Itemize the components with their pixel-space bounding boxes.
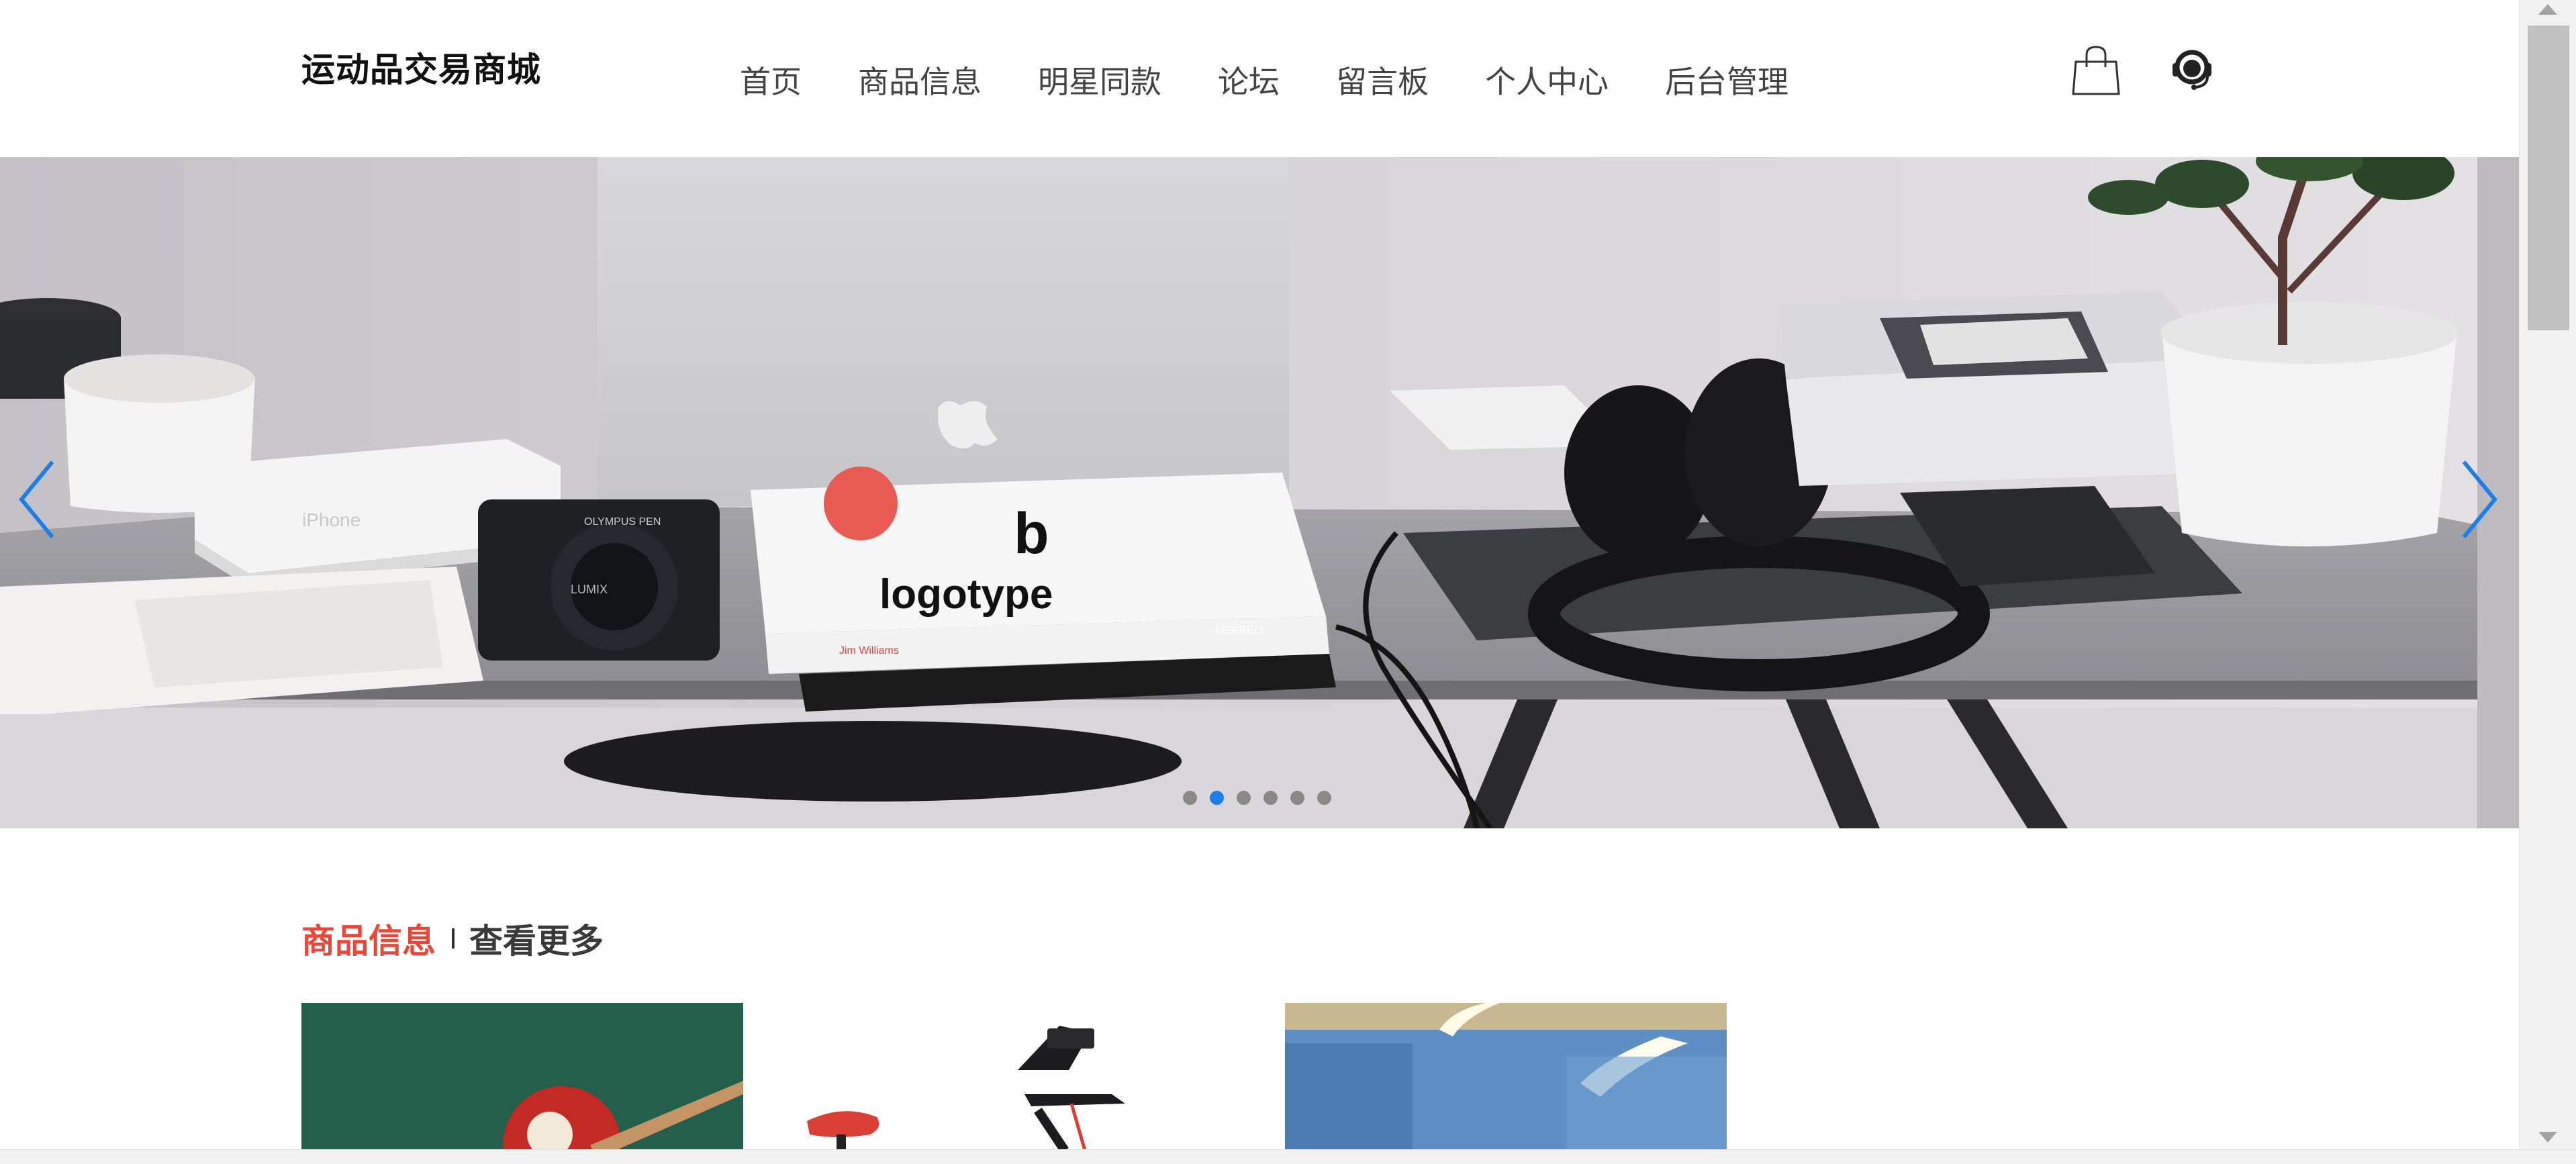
banner-book-author-left: Jim Williams	[839, 645, 899, 657]
section-heading: 商品信息 查看更多	[301, 914, 604, 963]
scroll-up-arrow-icon[interactable]	[2538, 4, 2557, 15]
vertical-scrollbar[interactable]	[2519, 0, 2576, 1149]
nav-item-admin[interactable]: 后台管理	[1665, 58, 1788, 102]
carousel-dot[interactable]	[1237, 791, 1251, 805]
carousel-dots	[1183, 791, 1331, 805]
product-card[interactable]	[301, 1003, 743, 1149]
product-card[interactable]	[1285, 1003, 1727, 1149]
carousel-prev-arrow-icon[interactable]	[11, 452, 64, 546]
carousel-next-arrow-icon[interactable]	[2452, 452, 2506, 546]
banner-camera-brand: OLYMPUS PEN	[584, 516, 661, 528]
nav-item-star-styles[interactable]: 明星同款	[1038, 58, 1161, 102]
product-image-billiards	[301, 1003, 743, 1149]
banner-image: iPhone OLYMPUS PEN LUMIX b logotype TYPE…	[0, 157, 2519, 828]
product-image-gym	[1285, 1003, 1727, 1149]
banner-book-author-right: MERRELL	[1215, 625, 1266, 636]
banner-box-label: iPhone	[302, 510, 361, 530]
carousel-dot[interactable]	[1263, 791, 1278, 805]
carousel-dot[interactable]	[1290, 791, 1304, 805]
carousel-dot[interactable]	[1183, 791, 1197, 805]
product-card[interactable]	[749, 1003, 1191, 1149]
nav-item-forum[interactable]: 论坛	[1218, 58, 1280, 102]
horizontal-scrollbar[interactable]	[0, 1149, 2576, 1164]
nav-item-personal-center[interactable]: 个人中心	[1485, 58, 1609, 102]
hero-carousel[interactable]: iPhone OLYMPUS PEN LUMIX b logotype TYPE…	[0, 157, 2519, 828]
banner-book-title: logotype	[879, 571, 1053, 618]
site-header: 运动品交易商城 首页 商品信息 明星同款 论坛 留言板 个人中心 后台管理	[0, 0, 2519, 157]
view-more-link[interactable]: 查看更多	[469, 914, 604, 963]
svg-text:b: b	[1014, 501, 1049, 566]
site-logo[interactable]: 运动品交易商城	[301, 43, 541, 91]
section-title: 商品信息	[301, 922, 436, 961]
nav-item-home[interactable]: 首页	[740, 58, 802, 102]
banner-book-subtitle: TYPE MATTERS!	[967, 624, 1181, 653]
shopping-bag-icon[interactable]	[2072, 44, 2120, 97]
page-viewport: 运动品交易商城 首页 商品信息 明星同款 论坛 留言板 个人中心 后台管理 iP…	[0, 0, 2519, 1149]
banner-lens-brand: LUMIX	[571, 583, 608, 596]
scrollbar-thumb[interactable]	[2528, 26, 2569, 330]
section-divider	[452, 928, 455, 949]
scroll-down-arrow-icon[interactable]	[2538, 1132, 2557, 1143]
product-image-exercise-bike	[749, 1003, 1191, 1149]
customer-service-icon[interactable]	[2170, 46, 2214, 91]
nav-item-message-board[interactable]: 留言板	[1336, 58, 1429, 102]
nav-item-products[interactable]: 商品信息	[858, 58, 982, 102]
carousel-dot[interactable]	[1317, 791, 1331, 805]
carousel-dot[interactable]	[1210, 791, 1224, 805]
main-nav: 首页 商品信息 明星同款 论坛 留言板 个人中心 后台管理	[740, 58, 1788, 102]
